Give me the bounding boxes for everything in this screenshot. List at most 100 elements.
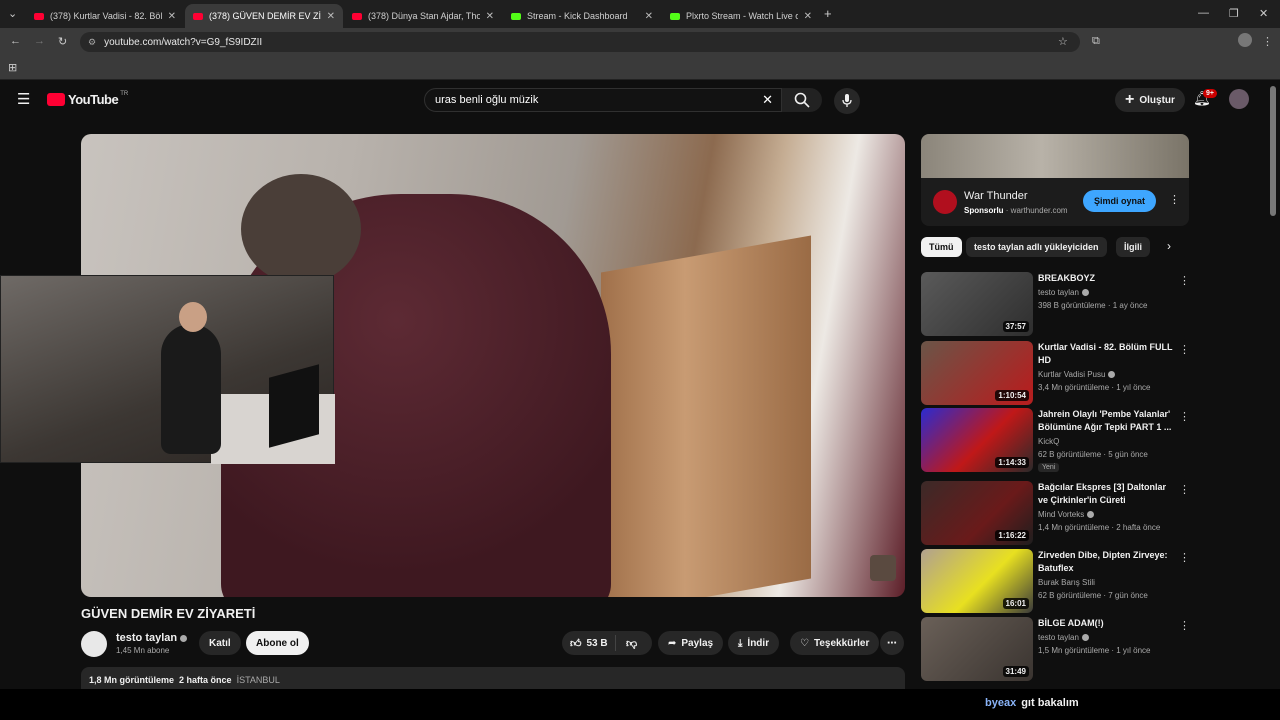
video-title: GÜVEN DEMİR EV ZİYARETİ (81, 606, 256, 621)
more-vert-icon[interactable]: ⋮ (1179, 274, 1190, 287)
like-button[interactable]: 👍︎ 53 B (562, 635, 616, 651)
search-input[interactable]: uras benli oğlu müzik ✕ (424, 88, 782, 112)
video-thumbnail[interactable]: 1:10:54 (921, 341, 1033, 405)
search-button[interactable] (782, 88, 822, 112)
ad-title[interactable]: War Thunder (964, 190, 1028, 202)
more-vert-icon[interactable]: ⋮ (1179, 551, 1190, 564)
reload-icon[interactable]: ↻ (58, 35, 67, 48)
address-bar-row: ← → ↻ ⚙ youtube.com/watch?v=G9_fS9IDZII … (0, 28, 1280, 56)
more-vert-icon[interactable]: ⋮ (1179, 483, 1190, 496)
chat-text: gıt bakalım (1021, 697, 1079, 709)
browser-tab-3[interactable]: (378) Dünya Stan Ajdar, Thoma ✕ (344, 4, 502, 28)
video-thumbnail[interactable]: 31:49 (921, 617, 1033, 681)
youtube-icon (352, 12, 362, 20)
recommendation-item[interactable]: 1:14:33 Jahrein Olaylı 'Pembe Yalanlar' … (921, 408, 1190, 472)
channel-name[interactable]: testo taylan (116, 632, 188, 644)
recommendation-item[interactable]: 1:10:54 Kurtlar Vadisi - 82. Bölüm FULL … (921, 341, 1190, 405)
chip-all[interactable]: Tümü (921, 237, 962, 257)
sponsored-ad[interactable]: War Thunder Sponsorlu · warthunder.com Ş… (921, 134, 1189, 226)
new-badge: Yeni (1038, 463, 1060, 472)
bookmark-star-icon[interactable]: ☆ (1058, 35, 1068, 48)
video-thumbnail[interactable]: 37:57 (921, 272, 1033, 336)
maximize-icon[interactable]: ❐ (1229, 7, 1239, 20)
more-actions-button[interactable]: ⋯ (880, 631, 904, 655)
browser-tab-2[interactable]: (378) GÜVEN DEMİR EV ZİYARE ✕ (185, 4, 343, 28)
forward-icon[interactable]: → (34, 35, 45, 47)
browser-tab-4[interactable]: Stream - Kick Dashboard ✕ (503, 4, 661, 28)
verified-icon (1087, 511, 1095, 519)
recommendation-item[interactable]: 16:01 Zirveden Dibe, Dipten Zirveye: Bat… (921, 549, 1190, 613)
chip-related[interactable]: İlgili (1116, 237, 1150, 257)
close-icon[interactable]: ✕ (804, 11, 812, 22)
video-thumbnail[interactable]: 1:16:22 (921, 481, 1033, 545)
youtube-icon (193, 12, 203, 20)
download-button[interactable]: ⤓ İndir (728, 631, 780, 655)
create-button[interactable]: + Oluştur (1115, 88, 1185, 112)
kick-icon (670, 12, 680, 20)
subscriber-count: 1,45 Mn abone (116, 646, 170, 655)
close-icon[interactable]: ✕ (645, 11, 653, 22)
recommendation-item[interactable]: 1:16:22 Bağcılar Ekspres [3] Daltonlar v… (921, 481, 1190, 545)
close-icon[interactable]: ✕ (168, 11, 176, 22)
chip-from-uploader[interactable]: testo taylan adlı yükleyiciden (966, 237, 1107, 257)
profile-avatar[interactable] (1238, 33, 1252, 47)
webcam-person (161, 324, 221, 454)
tab-search-icon[interactable]: ⌄ (8, 7, 17, 20)
voice-search-button[interactable] (834, 88, 860, 114)
dislike-button[interactable]: 👎︎ (616, 637, 637, 650)
download-icon: ⤓ (738, 637, 743, 649)
more-vert-icon[interactable]: ⋮ (1179, 410, 1190, 423)
notification-badge: 9+ (1203, 89, 1217, 98)
close-window-icon[interactable]: ✕ (1259, 7, 1268, 20)
clear-search-icon[interactable]: ✕ (762, 92, 773, 108)
video-thumbnail[interactable]: 1:14:33 (921, 408, 1033, 472)
channel-watermark[interactable] (870, 555, 896, 581)
webcam-overlay (0, 275, 335, 464)
microphone-icon (842, 94, 852, 107)
ad-sponsor-line: Sponsorlu · warthunder.com (964, 206, 1068, 215)
site-info-icon[interactable]: ⚙ (88, 37, 96, 48)
recommendation-item[interactable]: 31:49 BİLGE ADAM(!) testo taylan 1,5 Mn … (921, 617, 1190, 681)
recommendation-item[interactable]: 37:57 BREAKBOYZ testo taylan 398 B görün… (921, 272, 1190, 336)
browser-tab-1[interactable]: (378) Kurtlar Vadisi - 82. Bölüm ✕ (26, 4, 184, 28)
menu-icon[interactable]: ⋮ (1262, 35, 1273, 48)
youtube-logo[interactable]: YouTube TR (47, 91, 128, 107)
video-thumbnail[interactable]: 16:01 (921, 549, 1033, 613)
extensions-icon[interactable]: ⧉ (1092, 35, 1100, 48)
thanks-button[interactable]: ♡ Teşekkürler (790, 631, 880, 655)
browser-tab-5[interactable]: Plxrto Stream - Watch Live on K ✕ (662, 4, 820, 28)
youtube-header: ☰ YouTube TR uras benli oğlu müzik ✕ + O… (0, 80, 1280, 120)
chevron-right-icon[interactable]: › (1167, 239, 1171, 253)
subscribe-button[interactable]: Abone ol (246, 631, 309, 655)
minimize-icon[interactable]: — (1198, 7, 1209, 19)
verified-icon (1081, 289, 1089, 297)
ad-cta-button[interactable]: Şimdi oynat (1083, 190, 1157, 212)
more-vert-icon[interactable]: ⋮ (1179, 619, 1190, 632)
chat-username: byeax (985, 697, 1017, 709)
verified-icon (1108, 371, 1116, 379)
ad-menu-icon[interactable]: ⋮ (1169, 193, 1180, 206)
new-tab-icon[interactable]: + (824, 6, 832, 21)
close-icon[interactable]: ✕ (486, 11, 494, 22)
ad-logo (933, 190, 957, 214)
join-button[interactable]: Katıl (199, 631, 241, 655)
apps-grid-icon[interactable]: ⊞ (8, 61, 17, 74)
more-vert-icon[interactable]: ⋮ (1179, 343, 1190, 356)
account-avatar[interactable] (1229, 89, 1249, 109)
url-input[interactable]: ⚙ youtube.com/watch?v=G9_fS9IDZII (80, 32, 1080, 52)
youtube-icon (34, 12, 44, 20)
page-scrollbar[interactable] (1270, 86, 1276, 216)
super-thanks-icon: ♡ (800, 637, 809, 649)
ad-banner-image[interactable] (921, 134, 1189, 178)
channel-avatar[interactable] (81, 631, 107, 657)
video-frame-head (241, 174, 361, 284)
share-button[interactable]: ➦ Paylaş (658, 631, 724, 655)
kick-icon (511, 12, 521, 20)
close-icon[interactable]: ✕ (327, 11, 335, 22)
webcam-face (179, 302, 207, 332)
more-horizontal-icon: ⋯ (887, 637, 897, 649)
thumbs-down-icon: 👎︎ (626, 637, 638, 650)
verified-icon (1081, 634, 1089, 642)
hamburger-menu-icon[interactable]: ☰ (17, 90, 30, 108)
back-icon[interactable]: ← (10, 35, 21, 47)
